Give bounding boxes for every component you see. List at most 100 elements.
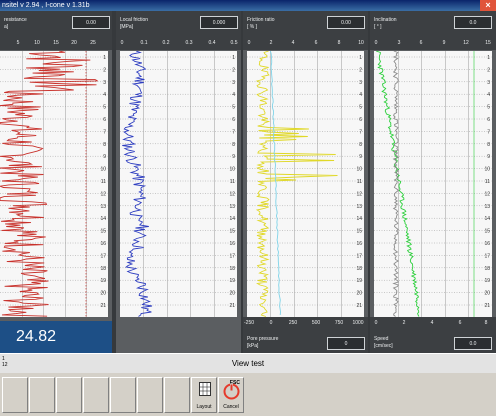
plot-tip-resistance[interactable]: 1 2 3 4 5 6 7 8 9 10 11 12 13 14 15 16 17 18 19 20 21 — [0, 51, 108, 317]
inclination-trace — [375, 51, 420, 317]
panel-title: Local friction — [120, 17, 149, 23]
speed-trace — [392, 51, 400, 317]
axis-tick-label: 4 — [430, 320, 434, 326]
axis-tick-label: 0.4 — [208, 40, 216, 46]
panel-title: resistance — [4, 17, 27, 23]
footer-title: Speed — [374, 336, 389, 342]
plot-inclination[interactable]: 1 2 3 4 5 6 7 8 9 10 11 12 13 14 15 16 17 18 19 20 21 — [374, 51, 492, 317]
depth-label: 17 — [100, 253, 106, 259]
footer-unit: [cm/sec] — [374, 343, 393, 349]
panel-unit: [MPa] — [120, 24, 134, 30]
axis-tick-label: 10 — [358, 40, 364, 46]
toolbar-slot[interactable] — [110, 377, 136, 413]
layout-button[interactable]: Layout — [191, 377, 217, 413]
depth-label: 9 — [103, 154, 106, 160]
toolbar-slot[interactable] — [29, 377, 55, 413]
toolbar-slot[interactable] — [2, 377, 28, 413]
axis-ticks: 0 3 6 9 12 15 — [370, 40, 496, 48]
depth-label: 13 — [100, 204, 106, 210]
axis-tick-label: 0 — [120, 40, 124, 46]
depth-label: 6 — [359, 117, 362, 123]
axis-tick-label: 0.5 — [230, 40, 238, 46]
depth-label: 11 — [357, 179, 362, 185]
plot-local-friction[interactable]: 1 2 3 4 5 6 7 8 9 10 11 12 13 14 15 16 17 18 19 20 21 — [120, 51, 237, 317]
depth-label: 15 — [356, 229, 362, 235]
depth-label: 15 — [229, 229, 235, 235]
tip-resistance-trace — [0, 51, 98, 317]
depth-label: 4 — [232, 92, 235, 98]
depth-label: 20 — [484, 291, 490, 297]
depth-label: 16 — [484, 241, 490, 247]
chart-area: resistance a] 0.00 5 10 15 20 25 1234567… — [0, 11, 496, 353]
depth-label: 11 — [230, 179, 235, 185]
value-field: 0.00 — [327, 16, 365, 29]
depth-label: 9 — [232, 154, 235, 160]
panel-title: Inclination — [374, 17, 397, 23]
depth-label: 21 — [229, 303, 235, 309]
toolbar-slot[interactable] — [164, 377, 190, 413]
window-title: nsitel v 2.94 , I-cone v 1.31b — [2, 2, 90, 9]
cancel-icon — [223, 383, 240, 400]
toolbar-slot[interactable] — [83, 377, 109, 413]
axis-tick-label: 10 — [34, 40, 40, 46]
axis-tick-label: 500 — [311, 320, 321, 326]
depth-label: 3 — [232, 80, 235, 86]
depth-label: 7 — [232, 129, 235, 135]
axis-tick-label: 0 — [247, 40, 251, 46]
axis-tick-label: 8 — [484, 320, 488, 326]
panel-unit: [ % ] — [247, 24, 258, 30]
depth-label: 14 — [100, 216, 106, 222]
depth-label: 7 — [103, 129, 106, 135]
depth-label: 18 — [100, 266, 106, 272]
pore-pressure-trace — [269, 51, 281, 316]
depth-label: 18 — [229, 266, 235, 272]
axis-ticks: 0 2 4 6 8 10 — [243, 40, 368, 48]
depth-label: 19 — [484, 278, 490, 284]
depth-label: 19 — [100, 278, 106, 284]
panel-unit: a] — [4, 24, 9, 30]
plot-friction-ratio[interactable]: 1 2 3 4 5 6 7 8 9 10 11 12 13 14 15 16 17 18 19 20 21 — [247, 51, 364, 317]
depth-label: 10 — [484, 167, 490, 173]
depth-label: 21 — [484, 303, 490, 309]
depth-label: 10 — [356, 167, 362, 173]
depth-label: 16 — [229, 241, 235, 247]
axis-tick-label: 25 — [90, 40, 96, 46]
depth-label: 8 — [359, 142, 362, 148]
close-button[interactable]: × — [480, 0, 496, 11]
axis-tick-label: 0.3 — [185, 40, 193, 46]
axis-tick-label: 20 — [71, 40, 77, 46]
depth-label: 21 — [100, 303, 106, 309]
depth-label: 5 — [232, 105, 235, 111]
axis-tick-label: 4 — [291, 40, 295, 46]
depth-label: 2 — [487, 67, 490, 73]
layout-icon — [199, 382, 211, 396]
toolbar-slot[interactable] — [137, 377, 163, 413]
axis-ticks: 5 10 15 20 25 — [0, 40, 112, 48]
depth-label: 14 — [229, 216, 235, 222]
axis-tick-label: 250 — [288, 320, 298, 326]
depth-label: 20 — [229, 291, 235, 297]
depth-label: 11 — [101, 179, 106, 185]
depth-label: 7 — [487, 129, 490, 135]
status-bar: 1 12 View test — [0, 353, 496, 374]
toolbar-slot[interactable] — [56, 377, 82, 413]
depth-label: 16 — [356, 241, 362, 247]
axis-tick-label: 3 — [397, 40, 401, 46]
depth-label: 2 — [103, 67, 106, 73]
panel-header: resistance a] 0.00 5 10 15 20 25 — [0, 11, 112, 50]
panel-header: Local friction [MPa] 0.000 0 0.1 0.2 0.3… — [116, 11, 241, 50]
value-field: 0.0 — [454, 16, 492, 29]
depth-label: 5 — [359, 105, 362, 111]
value-field: 0.00 — [72, 16, 110, 29]
depth-label: 6 — [232, 117, 235, 123]
depth-label: 13 — [356, 204, 362, 210]
footer-title: Pore pressure — [247, 336, 279, 342]
toolbar: Layout ESC Cancel — [0, 373, 496, 416]
depth-label: 13 — [229, 204, 235, 210]
depth-label: 12 — [229, 191, 235, 197]
axis-ticks: 0 0.1 0.2 0.3 0.4 0.5 — [116, 40, 241, 48]
depth-label: 9 — [487, 154, 490, 160]
depth-label: 18 — [356, 266, 362, 272]
depth-label: 4 — [487, 92, 490, 98]
cancel-button[interactable]: ESC Cancel — [218, 377, 244, 413]
